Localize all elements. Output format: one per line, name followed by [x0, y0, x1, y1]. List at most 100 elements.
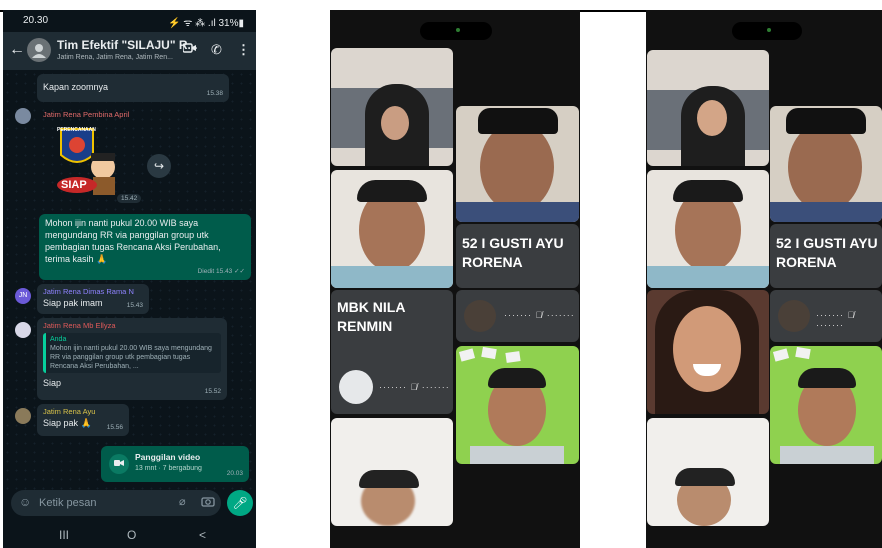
wall-note — [458, 348, 476, 362]
video-call-icon — [109, 454, 129, 474]
participant-name: MBK NILA RENMIN — [337, 299, 405, 334]
video-call-bubble[interactable]: Panggilan video 13 mnt · 7 bergabung 20.… — [101, 446, 249, 482]
siap-sticker[interactable]: PERENCANAAN SIAP — [53, 125, 125, 197]
participant-face — [788, 122, 862, 212]
participant-name: 52 I GUSTI AYU RORENA — [776, 235, 878, 270]
participant-tile[interactable] — [770, 106, 882, 222]
sticker-caption-top: PERENCANAAN — [57, 127, 96, 133]
wall-note — [505, 351, 521, 363]
call-title: Panggilan video — [135, 452, 201, 462]
whatsapp-screen: 20.30 ⚡ ᯤ ⁂ .ıl 31%▮ ← Tim Efektif "SILA… — [3, 10, 256, 548]
peci-cap — [786, 108, 866, 134]
hair — [359, 470, 419, 488]
message-time: 15.38 — [206, 90, 223, 97]
attach-icon[interactable]: ⌀ — [179, 495, 186, 508]
message-input[interactable]: ☺ Ketik pesan ⌀ — [11, 490, 221, 516]
sender-name: Jatim Rena Ayu — [43, 407, 96, 416]
participant-tile[interactable] — [647, 170, 769, 288]
message-bubble[interactable]: Jatim Rena Dimas Rama N Siap pak imam 15… — [37, 284, 149, 314]
status-bar: 20.30 ⚡ ᯤ ⁂ .ıl 31%▮ — [3, 10, 256, 32]
peci-cap — [478, 108, 558, 134]
muted-mic-icon: ······· 🎙̸ ······· — [816, 310, 856, 330]
message-time: 15.42 — [117, 194, 142, 203]
message-text: Siap — [43, 378, 62, 388]
message-time: 15.43 — [126, 302, 143, 309]
mic-button[interactable]: 🎤︎ — [227, 490, 253, 516]
hair — [675, 468, 735, 486]
message-time: 15.52 — [204, 388, 221, 395]
sender-name: Jatim Rena Mb Ellyza — [43, 321, 116, 330]
quoted-message[interactable]: Anda Mohon ijin nanti pukul 20.00 WIB sa… — [43, 333, 221, 373]
forward-icon[interactable]: ↪ — [147, 154, 171, 178]
video-call-screen-1: 52 I GUSTI AYU RORENA MBK NILA RENMIN ··… — [330, 10, 580, 548]
back-button[interactable]: < — [199, 528, 206, 542]
android-nav-bar: III O < — [3, 524, 256, 548]
participant-avatar — [778, 300, 810, 332]
chat-area[interactable]: Kapan zoomnya 15.38 Jatim Rena Pembina A… — [3, 70, 256, 496]
participant-tile[interactable] — [647, 418, 769, 526]
group-name[interactable]: Tim Efektif "SILAJU" R... — [57, 38, 198, 52]
voice-call-icon[interactable]: ✆ — [211, 42, 222, 58]
participant-avatar — [464, 300, 496, 332]
participant-name: 52 I GUSTI AYU RORENA — [462, 235, 564, 270]
participant-tile[interactable]: MBK NILA RENMIN ······· 🎙̸ ······· — [331, 290, 453, 414]
recents-button[interactable]: III — [59, 528, 69, 542]
wall-note — [481, 346, 497, 360]
shirt — [456, 202, 579, 222]
participant-face — [673, 306, 741, 392]
message-text: Mohon ijin nanti pukul 20.00 WIB saya me… — [45, 218, 221, 264]
participant-tile[interactable] — [456, 346, 579, 464]
participant-tile[interactable] — [770, 346, 882, 464]
avatar[interactable] — [15, 322, 31, 338]
message-bubble[interactable]: Kapan zoomnya 15.38 — [37, 74, 229, 102]
avatar[interactable] — [15, 108, 31, 124]
message-bubble[interactable]: Jatim Rena Mb Ellyza Anda Mohon ijin nan… — [37, 318, 227, 400]
group-avatar[interactable] — [27, 38, 51, 62]
participant-tile[interactable]: 52 I GUSTI AYU RORENA — [456, 224, 579, 288]
participant-tile[interactable] — [647, 50, 769, 166]
front-camera — [732, 22, 802, 40]
message-text: Kapan zoomnya — [43, 82, 109, 92]
shirt — [331, 266, 453, 288]
shirt — [647, 266, 769, 288]
avatar[interactable]: JN — [15, 288, 31, 304]
quote-author: Anda — [50, 336, 67, 343]
participant-tile[interactable]: ······· 🎙̸ ······· — [456, 290, 579, 342]
participant-tile[interactable] — [647, 290, 769, 414]
participant-tile[interactable] — [331, 418, 453, 526]
hair — [798, 368, 856, 388]
participant-tile[interactable] — [331, 48, 453, 166]
home-button[interactable]: O — [127, 528, 136, 542]
participant-face — [480, 122, 554, 212]
participant-tile[interactable]: 52 I GUSTI AYU RORENA — [770, 224, 882, 288]
camera-icon[interactable] — [201, 495, 215, 510]
participant-avatar — [339, 370, 373, 404]
muted-mic-icon: ······· 🎙̸ ······· — [379, 382, 450, 392]
message-time: 20.03 — [226, 470, 243, 477]
shirt — [780, 446, 874, 464]
sender-name: Jatim Rena Pembina April — [43, 110, 130, 119]
participant-face — [697, 100, 727, 136]
hair — [673, 180, 743, 202]
emoji-icon[interactable]: ☺ — [19, 495, 31, 509]
wall-note — [795, 346, 811, 360]
message-time: 15.56 — [106, 424, 123, 431]
wall-note — [772, 348, 790, 362]
avatar[interactable] — [15, 408, 31, 424]
message-bubble[interactable]: Jatim Rena Ayu Siap pak 🙏 15.56 — [37, 404, 129, 436]
quote-text: Mohon ijin nanti pukul 20.00 WIB saya me… — [50, 345, 212, 370]
shirt — [770, 202, 882, 222]
group-members: Jatim Rena, Jatim Rena, Jatim Ren... — [57, 54, 173, 61]
message-meta: Diedit 15.43 ✓✓ — [197, 268, 245, 275]
participant-tile[interactable] — [456, 106, 579, 222]
message-bubble[interactable]: Mohon ijin nanti pukul 20.00 WIB saya me… — [39, 214, 251, 280]
participant-tile[interactable] — [331, 170, 453, 288]
video-call-icon[interactable] — [182, 42, 197, 57]
menu-icon[interactable]: ⋮ — [237, 42, 250, 58]
status-icons: ⚡ ᯤ ⁂ .ıl 31%▮ — [168, 18, 244, 29]
hair — [357, 180, 427, 202]
status-time: 20.30 — [23, 15, 49, 26]
participant-tile[interactable]: ······· 🎙̸ ······· — [770, 290, 882, 342]
hair — [488, 368, 546, 388]
back-arrow-icon[interactable]: ← — [9, 41, 25, 59]
